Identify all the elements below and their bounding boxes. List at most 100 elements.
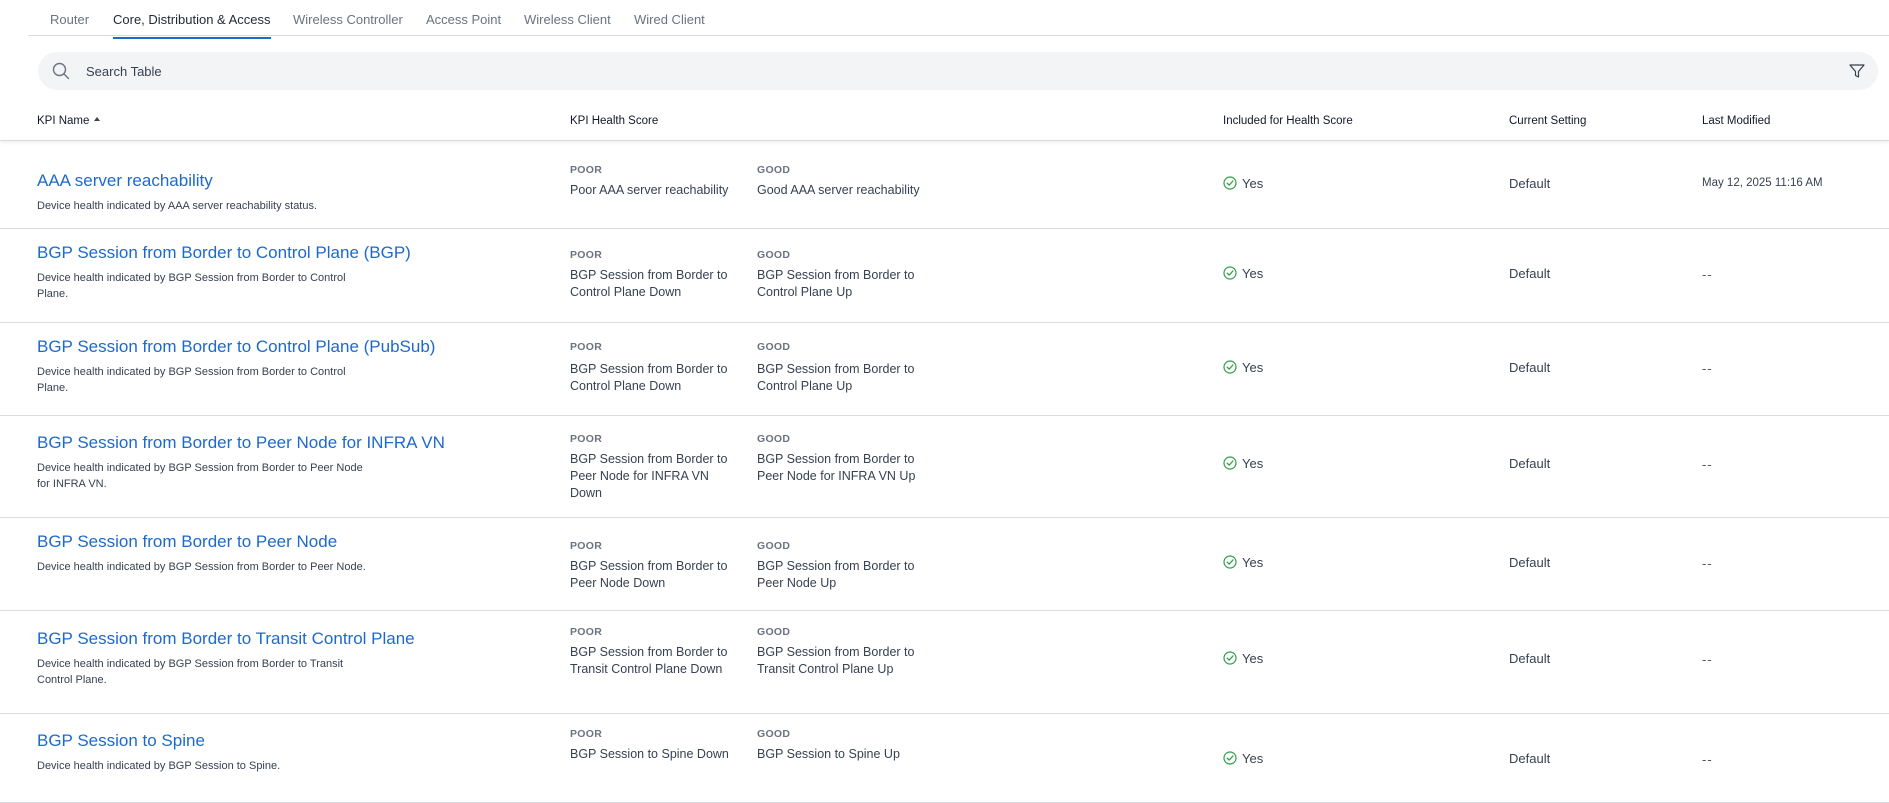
tab-access-point[interactable]: Access Point (426, 12, 501, 27)
search-icon (52, 62, 70, 80)
current-setting: Default (1509, 651, 1551, 666)
check-circle-icon (1223, 456, 1237, 470)
good-threshold-text: BGP Session from Border to Control Plane… (757, 362, 915, 393)
table-row: AAA server reachability Device health ind… (0, 142, 1889, 229)
poor-label: POOR (570, 164, 603, 176)
table-row: BGP Session from Border to Transit Contr… (0, 611, 1889, 714)
current-setting: Default (1509, 456, 1551, 471)
poor-label: POOR (570, 540, 603, 552)
good-label: GOOD (757, 249, 791, 261)
last-modified: -- (1702, 556, 1713, 571)
included-value: Yes (1242, 651, 1264, 666)
filter-icon[interactable] (1848, 62, 1866, 80)
included-status: Yes (1223, 176, 1263, 191)
kpi-name-link[interactable]: BGP Session from Border to Peer Node for… (37, 433, 445, 453)
poor-threshold-text: BGP Session from Border to Transit Contr… (570, 645, 728, 676)
included-status: Yes (1223, 266, 1263, 281)
included-value: Yes (1242, 751, 1264, 766)
last-modified: May 12, 2025 11:16 AM (1702, 177, 1823, 189)
poor-threshold-text: BGP Session from Border to Peer Node Dow… (570, 559, 728, 590)
included-value: Yes (1242, 555, 1264, 570)
current-setting: Default (1509, 176, 1551, 191)
included-status: Yes (1223, 360, 1263, 375)
check-circle-icon (1223, 360, 1237, 374)
good-threshold-text: BGP Session from Border to Peer Node Up (757, 559, 915, 590)
table-row: BGP Session to Spine Device health indica… (0, 714, 1889, 803)
header-included: Included for Health Score (1223, 115, 1353, 127)
good-threshold-text: Good AAA server reachability (757, 183, 920, 197)
good-label: GOOD (757, 728, 791, 740)
last-modified: -- (1702, 267, 1713, 282)
check-circle-icon (1223, 176, 1237, 190)
good-label: GOOD (757, 626, 791, 638)
included-value: Yes (1242, 360, 1264, 375)
good-threshold-text: BGP Session from Border to Control Plane… (757, 268, 915, 299)
last-modified: -- (1702, 652, 1713, 667)
tab-wireless-client[interactable]: Wireless Client (524, 12, 611, 27)
kpi-description: Device health indicated by AAA server re… (37, 200, 318, 212)
check-circle-icon (1223, 555, 1237, 569)
included-status: Yes (1223, 651, 1263, 666)
tab-router[interactable]: Router (50, 12, 89, 27)
included-value: Yes (1242, 176, 1264, 191)
last-modified: -- (1702, 457, 1713, 472)
poor-label: POOR (570, 341, 603, 353)
good-label: GOOD (757, 540, 791, 552)
check-circle-icon (1223, 751, 1237, 765)
included-value: Yes (1242, 266, 1264, 281)
header-kpi-name-label: KPI Name (37, 115, 90, 127)
kpi-name-link[interactable]: BGP Session from Border to Peer Node (37, 532, 337, 552)
good-label: GOOD (757, 341, 791, 353)
poor-label: POOR (570, 626, 603, 638)
included-status: Yes (1223, 751, 1263, 766)
kpi-description: Device health indicated by BGP Session f… (37, 658, 344, 686)
good-threshold-text: BGP Session from Border to Peer Node for… (757, 452, 916, 483)
table-header: KPI Name KPI Health Score Included for H… (0, 104, 1889, 141)
tab-core-distribution-access[interactable]: Core, Distribution & Access (113, 12, 271, 39)
included-status: Yes (1223, 555, 1263, 570)
check-circle-icon (1223, 266, 1237, 280)
table-row: BGP Session from Border to Peer Node Devi… (0, 518, 1889, 611)
last-modified: -- (1702, 361, 1713, 376)
current-setting: Default (1509, 266, 1551, 281)
poor-label: POOR (570, 728, 603, 740)
kpi-name-link[interactable]: BGP Session from Border to Control Plane… (37, 243, 411, 263)
header-kpi-name[interactable]: KPI Name (37, 115, 101, 127)
current-setting: Default (1509, 751, 1551, 766)
kpi-name-link[interactable]: BGP Session from Border to Transit Contr… (37, 629, 415, 649)
tab-wireless-controller[interactable]: Wireless Controller (293, 12, 403, 27)
good-label: GOOD (757, 164, 791, 176)
kpi-name-link[interactable]: BGP Session from Border to Control Plane… (37, 337, 435, 357)
kpi-description: Device health indicated by BGP Session f… (37, 462, 363, 490)
tab-wired-client[interactable]: Wired Client (634, 12, 705, 27)
poor-threshold-text: Poor AAA server reachability (570, 183, 729, 197)
poor-threshold-text: BGP Session from Border to Control Plane… (570, 268, 728, 299)
kpi-description: Device health indicated by BGP Session f… (37, 272, 346, 300)
good-label: GOOD (757, 433, 791, 445)
kpi-name-link[interactable]: AAA server reachability (37, 171, 213, 191)
last-modified: -- (1702, 752, 1713, 767)
current-setting: Default (1509, 555, 1551, 570)
sort-ascending-icon (94, 116, 101, 121)
search-input[interactable] (86, 52, 1786, 90)
poor-threshold-text: BGP Session from Border to Peer Node for… (570, 452, 728, 500)
poor-label: POOR (570, 249, 603, 261)
included-value: Yes (1242, 456, 1264, 471)
tab-bar: Router Core, Distribution & Access Wirel… (28, 0, 1889, 39)
included-status: Yes (1223, 456, 1263, 471)
current-setting: Default (1509, 360, 1551, 375)
poor-label: POOR (570, 433, 603, 445)
poor-threshold-text: BGP Session from Border to Control Plane… (570, 362, 728, 393)
header-health-score: KPI Health Score (570, 115, 659, 127)
table-row: BGP Session from Border to Peer Node for… (0, 416, 1889, 518)
good-threshold-text: BGP Session from Border to Transit Contr… (757, 645, 915, 676)
header-current-setting: Current Setting (1509, 115, 1587, 127)
kpi-name-link[interactable]: BGP Session to Spine (37, 731, 205, 751)
header-last-modified: Last Modified (1702, 115, 1771, 127)
kpi-description: Device health indicated by BGP Session t… (37, 760, 281, 772)
poor-threshold-text: BGP Session to Spine Down (570, 747, 729, 761)
kpi-description: Device health indicated by BGP Session f… (37, 561, 366, 573)
search-bar (38, 52, 1878, 90)
table-row: BGP Session from Border to Control Plane… (0, 229, 1889, 323)
good-threshold-text: BGP Session to Spine Up (757, 747, 900, 761)
